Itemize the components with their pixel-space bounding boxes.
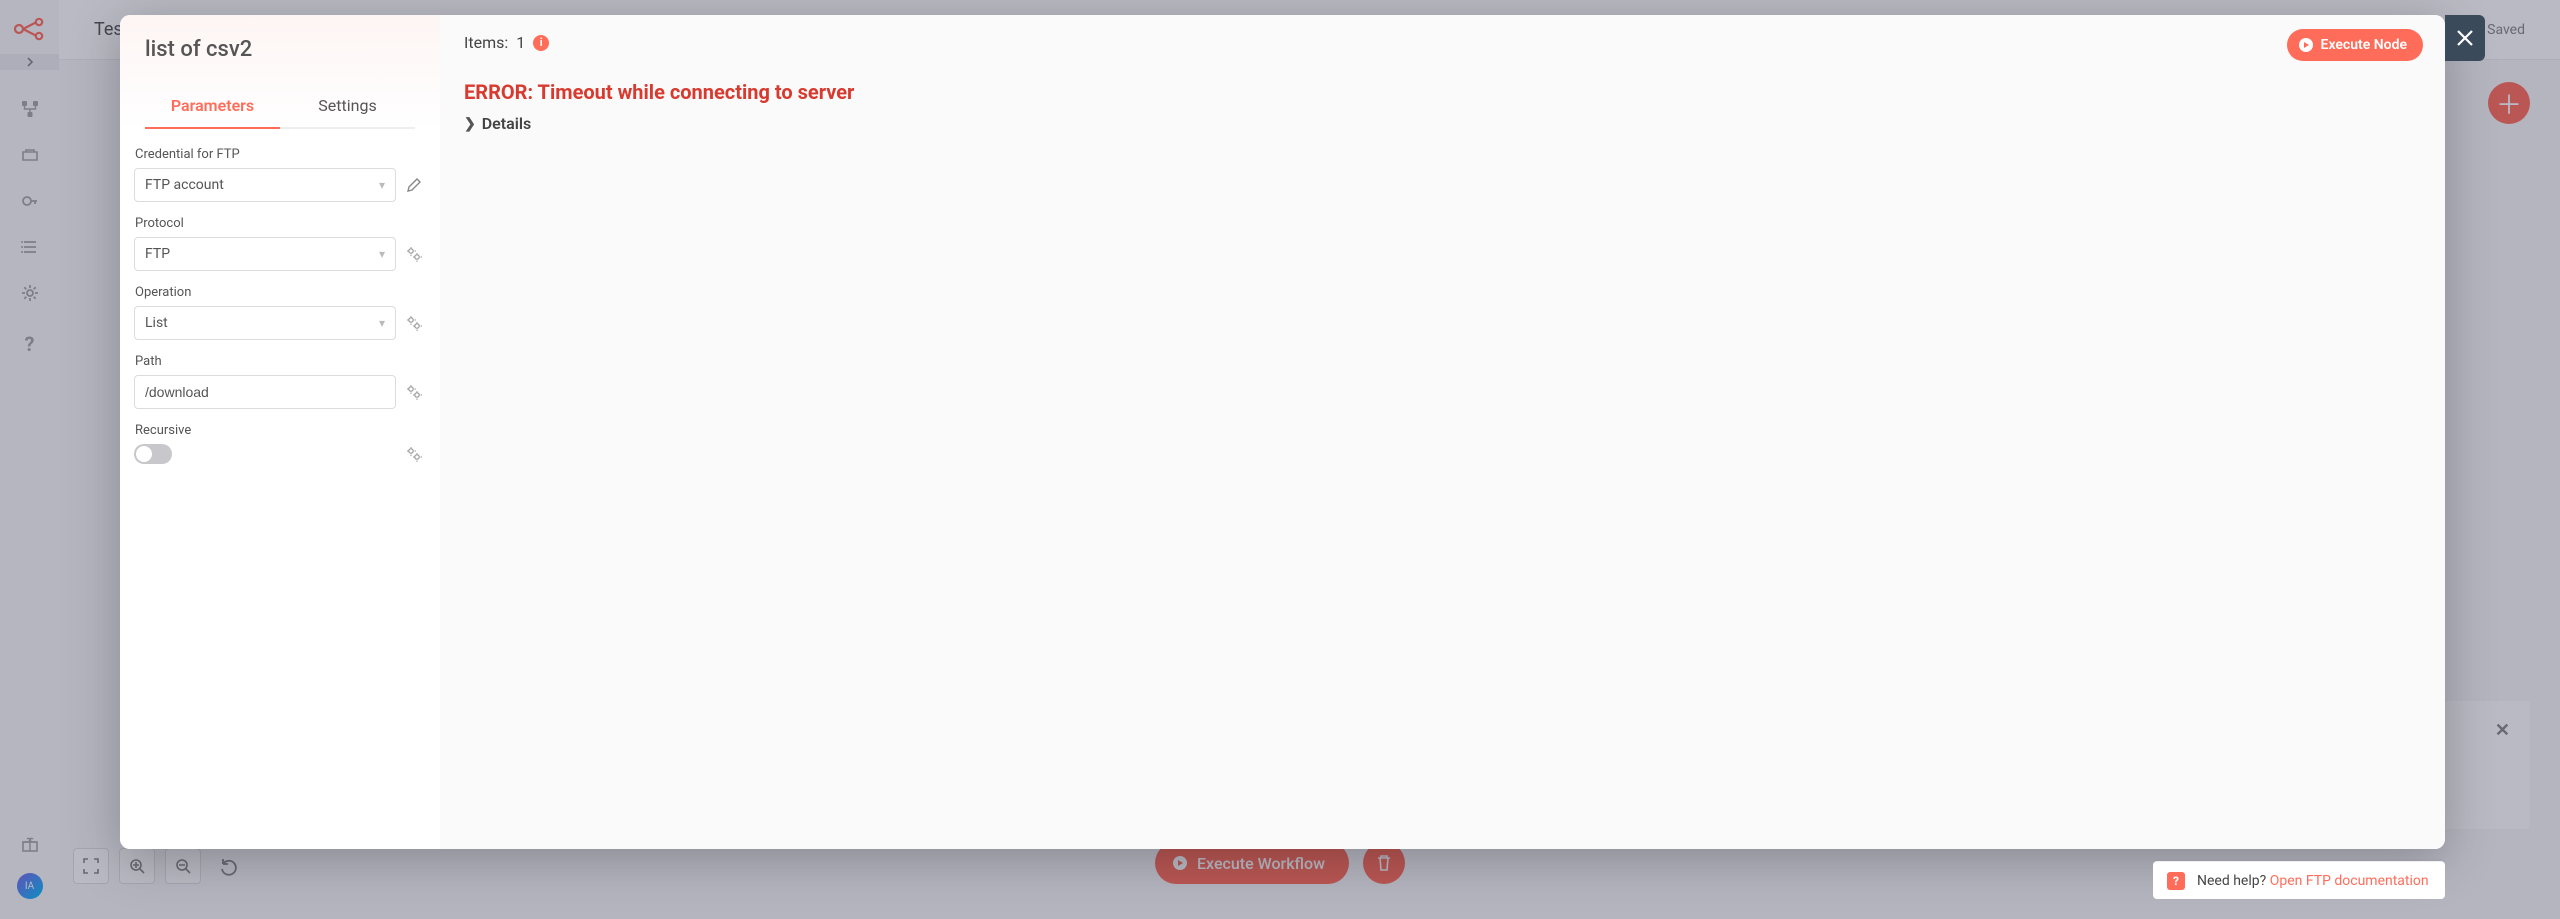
- error-message: ERROR: Timeout while connecting to serve…: [464, 80, 2421, 104]
- protocol-value: FTP: [145, 246, 170, 262]
- tab-settings[interactable]: Settings: [280, 86, 415, 129]
- help-bar: ? Need help? Open FTP documentation: [2153, 861, 2445, 899]
- help-prompt: Need help?: [2197, 873, 2266, 889]
- node-editor-modal: list of csv2 Parameters Settings Credent…: [120, 15, 2445, 849]
- recursive-toggle[interactable]: [134, 444, 172, 464]
- info-icon[interactable]: i: [533, 35, 549, 51]
- path-options-icon[interactable]: [406, 384, 426, 400]
- parameters-panel: list of csv2 Parameters Settings Credent…: [120, 15, 440, 849]
- play-icon: [2299, 38, 2313, 52]
- path-label: Path: [134, 354, 426, 369]
- recursive-options-icon[interactable]: [406, 446, 426, 462]
- operation-value: List: [145, 315, 168, 331]
- operation-label: Operation: [134, 285, 426, 300]
- protocol-options-icon[interactable]: [406, 246, 426, 262]
- chevron-down-icon: ▾: [379, 247, 385, 261]
- execute-node-button[interactable]: Execute Node: [2287, 29, 2423, 61]
- help-icon: ?: [2167, 872, 2185, 890]
- execute-node-label: Execute Node: [2321, 37, 2407, 53]
- operation-options-icon[interactable]: [406, 315, 426, 331]
- operation-select[interactable]: List ▾: [134, 306, 396, 340]
- chevron-down-icon: ▾: [379, 316, 385, 330]
- tab-bar: Parameters Settings: [145, 86, 415, 129]
- help-link[interactable]: Open FTP documentation: [2270, 873, 2429, 889]
- protocol-label: Protocol: [134, 216, 426, 231]
- tab-parameters[interactable]: Parameters: [145, 86, 280, 129]
- recursive-label: Recursive: [134, 423, 426, 438]
- items-label: Items:: [464, 33, 508, 52]
- details-label: Details: [482, 114, 532, 133]
- chevron-down-icon: ▾: [379, 178, 385, 192]
- protocol-select[interactable]: FTP ▾: [134, 237, 396, 271]
- edit-credential-icon[interactable]: [406, 177, 426, 193]
- node-title: list of csv2: [145, 37, 415, 62]
- credential-label: Credential for FTP: [134, 147, 426, 162]
- output-panel: Items: 1 i Execute Node ERROR: Timeout w…: [440, 15, 2445, 849]
- close-modal-button[interactable]: [2445, 15, 2485, 61]
- details-toggle[interactable]: ❯ Details: [464, 114, 2421, 133]
- items-count: 1: [516, 33, 525, 52]
- path-input[interactable]: [134, 375, 396, 409]
- items-header: Items: 1 i: [464, 33, 2421, 52]
- chevron-right-icon: ❯: [464, 116, 476, 132]
- credential-value: FTP account: [145, 177, 224, 193]
- credential-select[interactable]: FTP account ▾: [134, 168, 396, 202]
